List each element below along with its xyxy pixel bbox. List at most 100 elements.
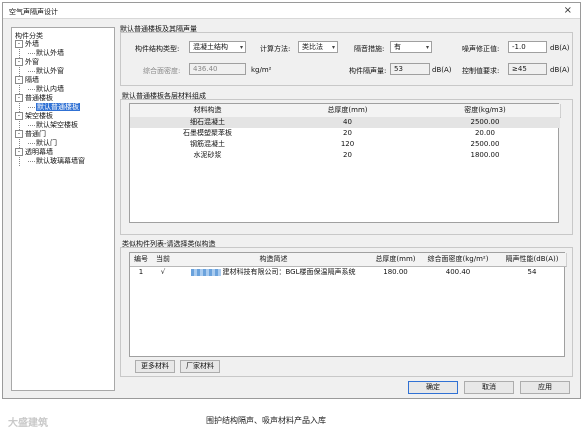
calc-method-label: 计算方法: bbox=[260, 45, 291, 53]
tree-leaf[interactable]: 默认架空楼板 bbox=[36, 121, 78, 129]
category-tree[interactable]: 构件分类 - 外墙 默认外墙 - 外窗 默认外窗 - 隔墙 默认内墙 - 普通楼板 默认普通楼板 - 架空… bbox=[11, 27, 115, 391]
table-cell: 水泥砂浆 bbox=[193, 151, 222, 159]
table-row[interactable]: 石墨模塑聚苯板 20 20.00 bbox=[130, 128, 560, 139]
table-cell: 20 bbox=[343, 129, 352, 137]
tree-node-label: 普通楼板 bbox=[25, 94, 53, 102]
tree-node[interactable]: - 外窗 bbox=[15, 58, 39, 66]
column-header[interactable]: 构造简述 bbox=[174, 253, 374, 267]
table-cell: 1 bbox=[130, 267, 152, 278]
collapse-icon[interactable]: - bbox=[15, 58, 23, 66]
cell-text: √ bbox=[160, 268, 166, 276]
tree-connector bbox=[28, 107, 35, 108]
table-cell: 1800.00 bbox=[470, 151, 500, 159]
tree-node-label: 普通门 bbox=[25, 130, 46, 138]
column-header[interactable]: 隔声性能(dB(A)) bbox=[498, 253, 567, 267]
table-row[interactable]: 细石混凝土 40 2500.00 bbox=[130, 117, 560, 128]
calc-method-select[interactable]: 类比法 ▾ bbox=[298, 41, 338, 53]
layers-table[interactable]: 材料构造 总厚度(mm) 密度(kg/m3) 细石混凝土 40 2500.00 石墨模塑聚苯… bbox=[129, 103, 561, 223]
insulation-label: 构件隔声量: bbox=[349, 67, 387, 75]
table-cell: 细石混凝土 bbox=[190, 118, 225, 126]
tree-leaf-label: 默认普通楼板 bbox=[37, 103, 79, 111]
control-label: 控制值要求: bbox=[462, 67, 500, 75]
collapse-icon[interactable]: - bbox=[15, 148, 23, 156]
column-header[interactable]: 当前 bbox=[152, 253, 175, 267]
tree-node[interactable]: - 架空楼板 bbox=[15, 112, 53, 120]
cell-text: 建材科技有限公司：BGL楼面保温隔声系统 bbox=[222, 268, 356, 276]
tree-node[interactable]: - 透明幕墙 bbox=[15, 148, 53, 156]
tree-node-label: 外墙 bbox=[25, 40, 39, 48]
tree-node[interactable]: - 隔墙 bbox=[15, 76, 39, 84]
tree-leaf[interactable]: 默认外窗 bbox=[36, 67, 64, 75]
cell-text: 400.40 bbox=[445, 268, 471, 276]
more-materials-button[interactable]: 更多材料 bbox=[135, 360, 175, 373]
column-header[interactable]: 总厚度(mm) bbox=[373, 253, 419, 267]
tree-connector bbox=[28, 161, 35, 162]
collapse-icon[interactable]: - bbox=[15, 94, 23, 102]
tree-connector bbox=[28, 89, 35, 90]
structure-type-label: 构件结构类型: bbox=[135, 45, 180, 53]
density-label: 综合面密度: bbox=[143, 67, 181, 75]
table-cell: 20 bbox=[343, 151, 352, 159]
control-unit: dB(A) bbox=[550, 66, 570, 74]
table-cell: 54 bbox=[498, 267, 566, 278]
table-cell: 石墨模塑聚苯板 bbox=[183, 129, 232, 137]
structure-type-select[interactable]: 混凝土结构 ▾ bbox=[189, 41, 246, 53]
tree-leaf[interactable]: 默认外墙 bbox=[36, 49, 64, 57]
column-header[interactable]: 总厚度(mm) bbox=[285, 104, 411, 118]
tree-leaf[interactable]: 默认内墙 bbox=[36, 85, 64, 93]
cell-text: 180.00 bbox=[383, 268, 408, 276]
cancel-button[interactable]: 取消 bbox=[464, 381, 514, 394]
vendor-materials-button[interactable]: 厂家材料 bbox=[180, 360, 220, 373]
collapse-icon[interactable]: - bbox=[15, 76, 23, 84]
tree-leaf[interactable]: 默认门 bbox=[36, 139, 57, 147]
column-header[interactable]: 材料构造 bbox=[130, 104, 286, 118]
table-cell: 建材科技有限公司：BGL楼面保温隔声系统 bbox=[174, 267, 373, 278]
tree-node[interactable]: - 普通门 bbox=[15, 130, 46, 138]
density-field: 436.40 bbox=[189, 63, 246, 75]
table-cell: 2500.00 bbox=[470, 140, 500, 148]
tree-leaf[interactable]: 默认普通楼板 bbox=[36, 103, 80, 111]
measure-select[interactable]: 有 ▾ bbox=[390, 41, 432, 53]
correction-label: 噪声修正值: bbox=[462, 45, 500, 53]
table-cell: 20.00 bbox=[474, 129, 496, 137]
tree-connector bbox=[28, 125, 35, 126]
structure-type-value: 混凝土结构 bbox=[193, 43, 228, 51]
chevron-down-icon: ▾ bbox=[331, 44, 335, 51]
table-cell: 40 bbox=[343, 118, 352, 126]
measure-value: 有 bbox=[394, 43, 401, 51]
table-row[interactable]: 钢筋混凝土 120 2500.00 bbox=[130, 139, 560, 150]
apply-button[interactable]: 应用 bbox=[520, 381, 570, 394]
tree-leaf-label: 默认外窗 bbox=[36, 67, 64, 75]
table-row[interactable]: 水泥砂浆 20 1800.00 bbox=[130, 150, 560, 161]
dialog-window: 空气声隔声设计 × 构件分类 - 外墙 默认外墙 - 外窗 默认外窗 - 隔墙 默认内墙 - 普通楼… bbox=[2, 2, 581, 399]
table-cell: 120 bbox=[340, 140, 355, 148]
table-cell: 400.40 bbox=[418, 267, 498, 278]
calc-method-value: 类比法 bbox=[302, 43, 323, 51]
ok-button[interactable]: 确定 bbox=[408, 381, 458, 394]
tree-node[interactable]: - 外墙 bbox=[15, 40, 39, 48]
collapse-icon[interactable]: - bbox=[15, 112, 23, 120]
column-header[interactable]: 综合面密度(kg/m²) bbox=[418, 253, 499, 267]
similar-table[interactable]: 编号 当前 构造简述 总厚度(mm) 综合面密度(kg/m²) 隔声性能(dB(A)) 1 √… bbox=[129, 252, 567, 357]
window-title: 空气声隔声设计 bbox=[9, 8, 58, 16]
tree-leaf[interactable]: 默认玻璃幕墙窗 bbox=[36, 157, 85, 165]
tree-connector bbox=[28, 53, 35, 54]
tree-node[interactable]: - 普通楼板 bbox=[15, 94, 53, 102]
tree-leaf-label: 默认门 bbox=[36, 139, 57, 147]
tree-node-label: 透明幕墙 bbox=[25, 148, 53, 156]
table-cell: 钢筋混凝土 bbox=[190, 140, 225, 148]
collapse-icon[interactable]: - bbox=[15, 40, 23, 48]
column-header[interactable]: 编号 bbox=[130, 253, 153, 267]
table-cell: 180.00 bbox=[373, 267, 418, 278]
correction-input[interactable]: -1.0 bbox=[508, 41, 547, 53]
table-row[interactable]: 1 √ 建材科技有限公司：BGL楼面保温隔声系统 180.00 400.40 54 bbox=[130, 267, 566, 278]
tree-connector bbox=[28, 143, 35, 144]
watermark: 大盛建筑 bbox=[8, 418, 48, 429]
density-unit: kg/m² bbox=[251, 66, 272, 74]
column-header[interactable]: 密度(kg/m3) bbox=[410, 104, 561, 118]
collapse-icon[interactable]: - bbox=[15, 130, 23, 138]
params-group bbox=[120, 32, 573, 86]
chevron-down-icon: ▾ bbox=[239, 44, 243, 51]
redacted-mosaic-icon bbox=[191, 268, 222, 276]
close-icon[interactable]: × bbox=[564, 5, 572, 16]
